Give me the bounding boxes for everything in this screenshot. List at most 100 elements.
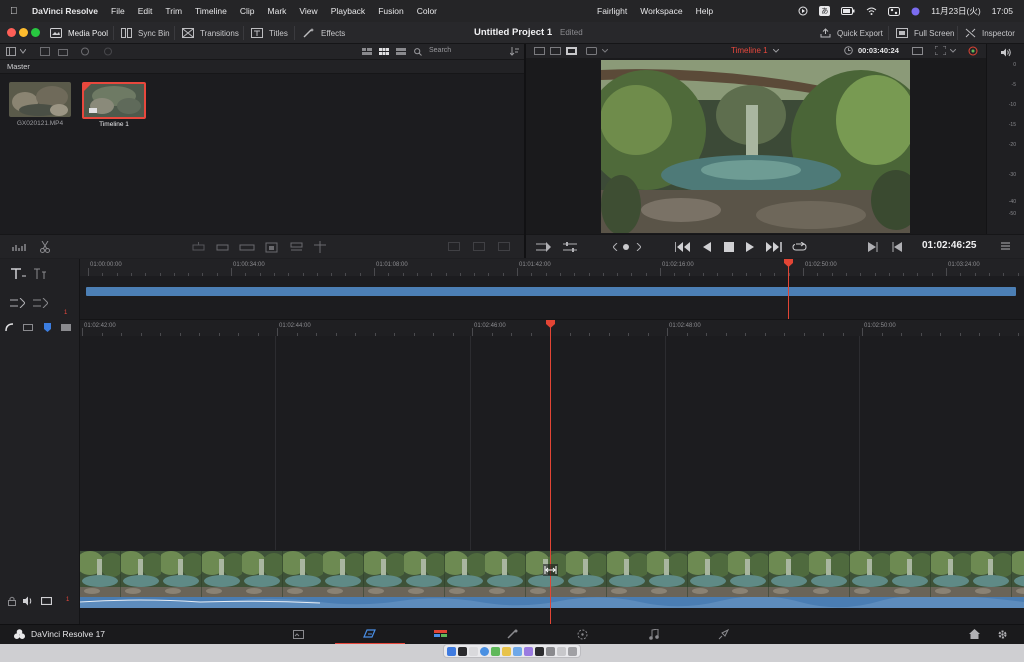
menu-help[interactable]: Help	[696, 6, 713, 16]
safe-area-icon[interactable]	[935, 46, 946, 55]
close-up-icon[interactable]	[265, 241, 278, 253]
battery-icon[interactable]	[841, 7, 855, 15]
lower-playhead[interactable]	[543, 320, 558, 624]
menu-fusion[interactable]: Fusion	[378, 6, 404, 16]
play-reverse-icon[interactable]	[703, 242, 712, 252]
ime-indicator[interactable]: あ	[819, 6, 831, 16]
track-height-icon[interactable]	[10, 298, 25, 308]
media-page-icon[interactable]	[293, 629, 304, 639]
edit-page-icon[interactable]	[434, 629, 447, 639]
menu-trim[interactable]: Trim	[165, 6, 182, 16]
append-icon[interactable]	[216, 242, 229, 252]
chevron-down-icon[interactable]	[602, 49, 608, 53]
cut-page-tab[interactable]	[335, 625, 405, 644]
upper-playhead[interactable]	[784, 259, 793, 319]
timecode-display[interactable]: 01:02:46:25	[922, 240, 976, 251]
wifi-icon[interactable]	[866, 7, 877, 15]
lower-timeline-track[interactable]	[80, 336, 1024, 550]
disabled-icon[interactable]	[498, 242, 510, 251]
loop-icon[interactable]	[792, 242, 807, 252]
menu-clip[interactable]: Clip	[240, 6, 255, 16]
home-icon[interactable]	[969, 629, 980, 639]
quick-export-button[interactable]: Quick Export	[820, 22, 883, 44]
speaker-icon[interactable]	[1001, 48, 1011, 57]
new-bin-icon[interactable]	[58, 47, 68, 56]
zoom-window-button[interactable]	[31, 28, 40, 37]
close-window-button[interactable]	[7, 28, 16, 37]
safari-icon[interactable]	[480, 647, 489, 656]
play-icon[interactable]	[746, 242, 755, 252]
thumbnail-view-icon[interactable]	[379, 48, 389, 55]
clip-item-selected[interactable]: Timeline 1	[82, 82, 146, 128]
list-view-icon[interactable]	[396, 48, 406, 55]
snapping-icon[interactable]	[5, 323, 14, 332]
disabled-tool-icon[interactable]	[103, 47, 113, 56]
audio-speaker-icon[interactable]	[23, 596, 34, 606]
chevron-down-icon[interactable]	[20, 49, 26, 54]
sidebar-toggle-icon[interactable]	[6, 47, 16, 56]
viewer-mode-icon[interactable]	[550, 47, 561, 55]
mail-icon[interactable]	[513, 647, 522, 656]
stop-icon[interactable]	[724, 242, 734, 252]
color-page-icon[interactable]	[577, 629, 588, 640]
menu-view[interactable]: View	[299, 6, 317, 16]
menu-fairlight[interactable]: Fairlight	[597, 6, 627, 16]
control-center-icon[interactable]	[888, 6, 901, 16]
fairlight-page-icon[interactable]	[649, 629, 659, 640]
terminal-icon[interactable]	[458, 647, 467, 656]
lock-icon[interactable]	[8, 596, 16, 606]
jog-right-icon[interactable]	[636, 243, 641, 251]
menu-date[interactable]: 11月23日(火)	[931, 5, 980, 17]
trim-mode-icon[interactable]	[536, 242, 552, 252]
finder-icon[interactable]	[447, 647, 456, 656]
source-overwrite-icon[interactable]	[313, 241, 327, 253]
bin-header[interactable]: Master	[0, 60, 524, 74]
folder-icon[interactable]	[557, 647, 566, 656]
menu-timeline[interactable]: Timeline	[195, 6, 227, 16]
chevron-down-icon[interactable]	[773, 49, 779, 53]
go-to-end-icon[interactable]	[766, 242, 782, 252]
deliver-page-icon[interactable]	[718, 629, 729, 640]
launchpad-icon[interactable]	[469, 647, 478, 656]
disabled-icon[interactable]	[473, 242, 485, 251]
settings-dock-icon[interactable]	[546, 647, 555, 656]
sync-icon[interactable]	[80, 47, 90, 56]
track-monitor-icon[interactable]	[23, 324, 33, 331]
smart-insert-icon[interactable]	[192, 242, 205, 252]
search-icon[interactable]	[414, 48, 422, 56]
settings-sliders-icon[interactable]	[563, 242, 577, 252]
disabled-icon[interactable]	[448, 242, 460, 251]
jog-dot-icon[interactable]	[623, 244, 629, 250]
mark-in-icon[interactable]	[868, 242, 878, 252]
menu-mark[interactable]: Mark	[268, 6, 287, 16]
marker-icon[interactable]	[44, 323, 51, 332]
video-track-icon[interactable]	[41, 597, 52, 605]
audio-track-icon[interactable]	[61, 324, 71, 331]
trash-icon[interactable]	[568, 647, 577, 656]
mark-out-icon[interactable]	[892, 242, 902, 252]
apple-icon[interactable]: 	[10, 6, 24, 17]
upper-timeline-track[interactable]	[80, 276, 1024, 319]
siri-icon[interactable]	[911, 7, 920, 16]
viewer[interactable]	[526, 58, 986, 234]
menu-workspace[interactable]: Workspace	[640, 6, 682, 16]
upper-timeline-ruler[interactable]: 01:00:00:00 01:00:34:00 01:01:08:00 01:01:4…	[80, 259, 1024, 276]
gear-icon[interactable]	[997, 629, 1008, 640]
messages-icon[interactable]	[491, 647, 500, 656]
minimize-window-button[interactable]	[19, 28, 28, 37]
chevron-down-icon[interactable]	[950, 49, 956, 53]
viewer-options-icon[interactable]	[586, 47, 597, 55]
timeline-thumbnail[interactable]	[82, 82, 146, 119]
full-screen-button[interactable]: Full Screen	[896, 22, 954, 44]
notes-icon[interactable]	[502, 647, 511, 656]
app-icon[interactable]	[524, 647, 533, 656]
search-label[interactable]: Search	[429, 47, 451, 54]
color-wheel-icon[interactable]	[968, 46, 978, 56]
clip-thumbnail[interactable]	[9, 82, 71, 117]
scissors-icon[interactable]	[40, 241, 50, 253]
menu-time[interactable]: 17:05	[992, 6, 1013, 16]
text-tool-icon[interactable]	[10, 268, 26, 280]
menu-color[interactable]: Color	[417, 6, 437, 16]
track-options-icon[interactable]	[33, 298, 48, 308]
playhead-handle-icon[interactable]	[546, 320, 555, 328]
